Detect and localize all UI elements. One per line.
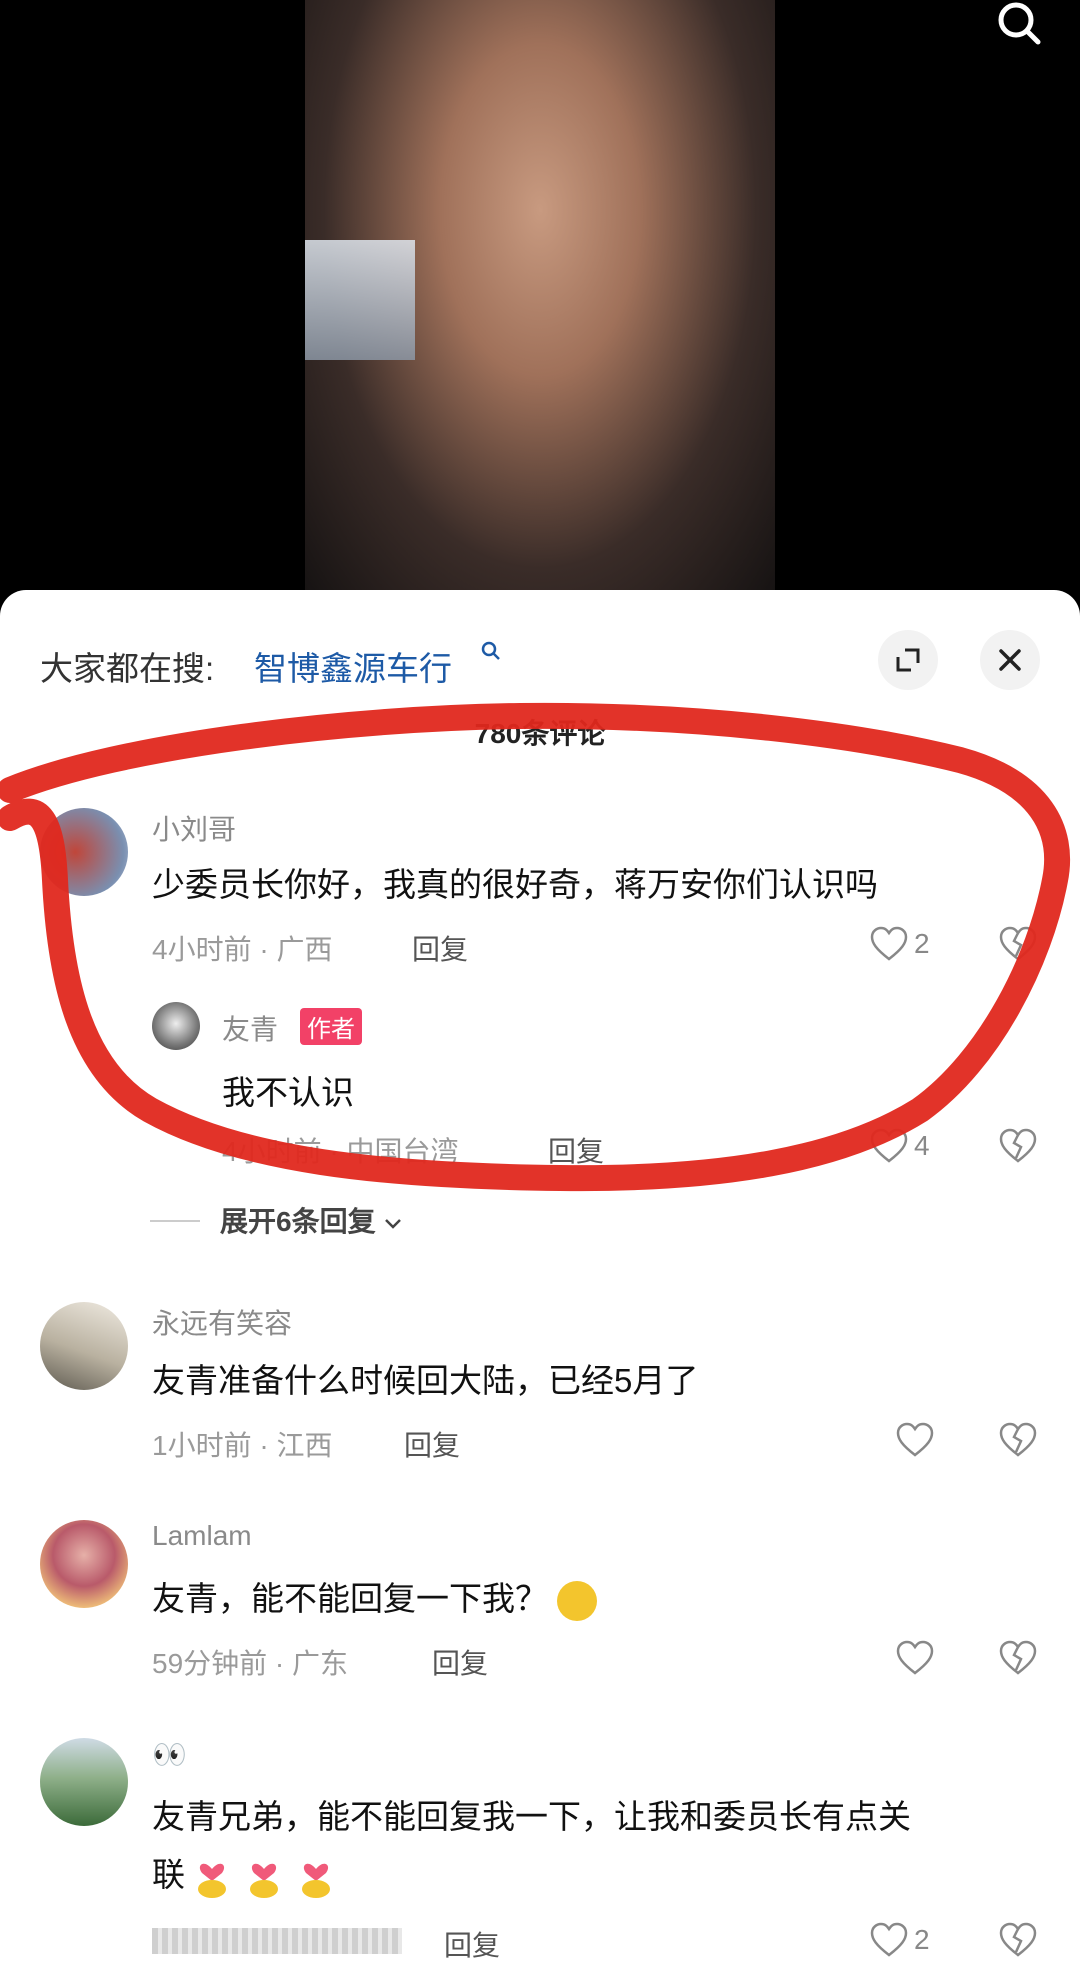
expand-replies-button[interactable]: 展开6条回复 [220, 1200, 403, 1240]
comment-text-line2: 联 [152, 1848, 350, 1899]
comment-count: 780条评论 [474, 718, 606, 749]
like-button[interactable]: 4 [870, 1128, 930, 1164]
avatar[interactable] [152, 1002, 200, 1050]
search-suggest-link[interactable]: 智博鑫源车行 [254, 642, 452, 690]
small-search-icon [481, 641, 500, 660]
comment-username[interactable]: 永远有笑容 [152, 1302, 292, 1342]
comment-meta: 59分钟前 · 广东 [152, 1648, 349, 1679]
comment-text: 友青，能不能回复一下我？ [152, 1572, 598, 1622]
reply-button[interactable]: 回复 [412, 928, 468, 968]
avatar[interactable] [40, 1738, 128, 1826]
reply-meta: 4小时前 · 中国台湾 [222, 1136, 459, 1167]
sheet-header: 大家都在搜: 智博鑫源车行 [40, 630, 1040, 690]
comment-username[interactable]: 小刘哥 [152, 808, 236, 848]
chevron-down-icon [385, 1218, 402, 1229]
comment-text: 友青准备什么时候回大陆，已经5月了 [152, 1362, 699, 1399]
dislike-heart-icon[interactable] [998, 1422, 1038, 1458]
comment-text-line2-content: 联 [152, 1856, 185, 1893]
reply-text: 我不认识 [222, 1074, 354, 1111]
comment-username[interactable]: 👀 [152, 1738, 187, 1771]
reply-username[interactable]: 友青 [222, 1008, 278, 1048]
dislike-heart-icon[interactable] [998, 1922, 1038, 1958]
heart-hands-emoji-icon [198, 1864, 227, 1899]
comments-sheet: 大家都在搜: 智博鑫源车行 780条评论 小刘哥 少委员长你好，我真的很好奇，蒋… [0, 590, 1080, 1980]
avatar[interactable] [40, 1520, 128, 1608]
dislike-heart-icon[interactable] [998, 926, 1038, 962]
reply-button[interactable]: 回复 [404, 1424, 460, 1464]
like-button[interactable]: 2 [870, 926, 930, 962]
like-count: 2 [914, 928, 930, 959]
expand-icon [896, 648, 920, 672]
like-button[interactable]: 2 [870, 1922, 930, 1958]
comment-meta: 1小时前 · 江西 [152, 1430, 333, 1461]
expand-divider [150, 1220, 200, 1222]
avatar[interactable] [40, 808, 128, 896]
close-button[interactable] [980, 630, 1040, 690]
reply-button[interactable]: 回复 [548, 1130, 604, 1170]
heart-hands-emoji-icon [302, 1864, 331, 1899]
heart-icon [870, 1922, 908, 1957]
comment-text: 友青兄弟，能不能回复我一下，让我和委员长有点关 [152, 1798, 911, 1835]
like-count: 2 [914, 1924, 930, 1955]
expand-button[interactable] [878, 630, 938, 690]
video-player[interactable] [0, 0, 1080, 600]
heart-icon [870, 926, 908, 961]
close-icon [999, 649, 1021, 671]
author-badge: 作者 [300, 1008, 362, 1045]
comment-meta: 4小时前 · 广西 [152, 934, 333, 965]
heart-icon[interactable] [896, 1422, 934, 1458]
pleading-face-emoji-icon [557, 1581, 598, 1622]
comment-text-content: 友青，能不能回复一下我？ [152, 1580, 548, 1617]
dislike-heart-icon[interactable] [998, 1128, 1038, 1164]
reply-button[interactable]: 回复 [444, 1924, 500, 1964]
like-count: 4 [914, 1130, 930, 1161]
search-suggest-prefix: 大家都在搜: [40, 650, 215, 687]
search-icon[interactable] [990, 0, 1050, 50]
reply-button[interactable]: 回复 [432, 1642, 488, 1682]
heart-icon[interactable] [896, 1640, 934, 1676]
heart-hands-emoji-icon [250, 1864, 279, 1899]
expand-replies-label: 展开6条回复 [220, 1206, 376, 1237]
blurred-meta [152, 1928, 402, 1954]
video-background-window [305, 240, 415, 360]
dislike-heart-icon[interactable] [998, 1640, 1038, 1676]
avatar[interactable] [40, 1302, 128, 1390]
comment-username[interactable]: Lamlam [152, 1520, 252, 1552]
comment-text: 少委员长你好，我真的很好奇，蒋万安你们认识吗 [152, 866, 878, 903]
heart-icon [870, 1128, 908, 1163]
